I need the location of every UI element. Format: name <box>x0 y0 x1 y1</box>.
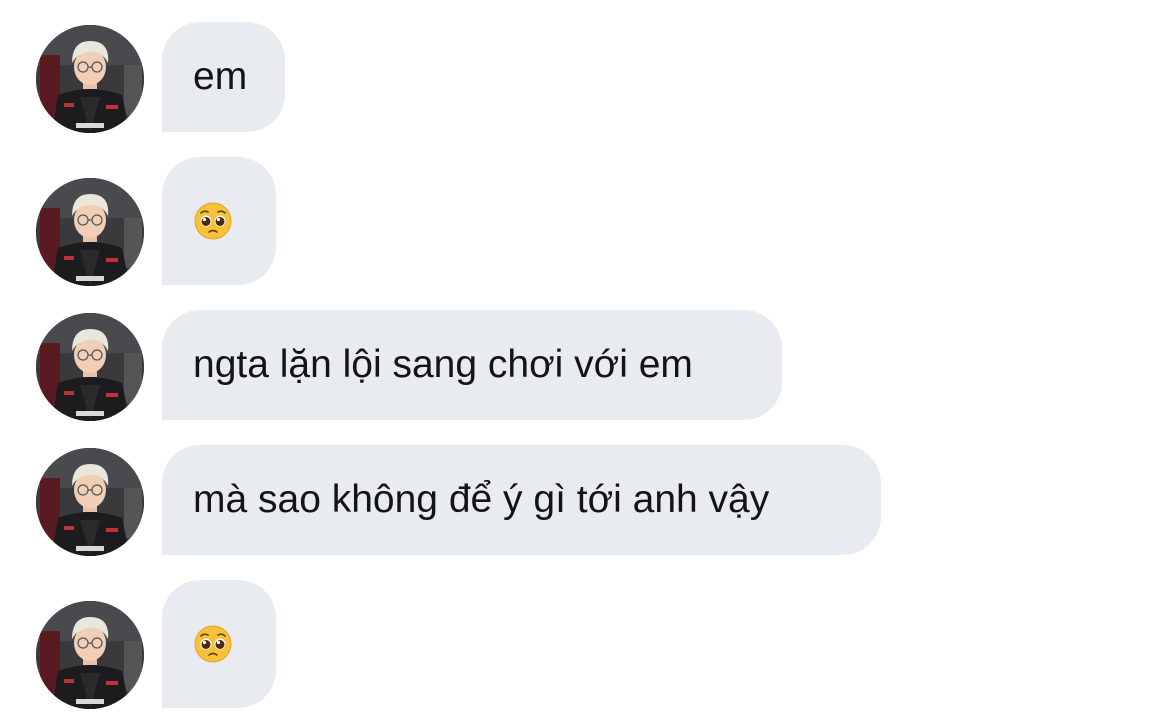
message-bubble[interactable] <box>162 157 276 285</box>
message-bubble[interactable]: ngta lặn lội sang chơi với em <box>162 310 782 420</box>
avatar[interactable] <box>36 178 144 286</box>
user-avatar-photo <box>36 178 144 286</box>
message-bubble[interactable]: mà sao không để ý gì tới anh vậy <box>162 445 881 555</box>
message-bubble[interactable] <box>162 580 276 708</box>
user-avatar-photo <box>36 448 144 556</box>
pleading-face-emoji <box>193 201 233 241</box>
user-avatar-photo <box>36 25 144 133</box>
message-text: ngta lặn lội sang chơi với em <box>193 343 693 386</box>
user-avatar-photo <box>36 601 144 709</box>
message-text: em <box>193 55 248 98</box>
user-avatar-photo <box>36 313 144 421</box>
message-bubble[interactable]: em <box>162 22 285 132</box>
pleading-face-emoji <box>193 624 233 664</box>
message-text: mà sao không để ý gì tới anh vậy <box>193 478 770 521</box>
avatar[interactable] <box>36 25 144 133</box>
avatar[interactable] <box>36 313 144 421</box>
avatar[interactable] <box>36 448 144 556</box>
avatar[interactable] <box>36 601 144 709</box>
